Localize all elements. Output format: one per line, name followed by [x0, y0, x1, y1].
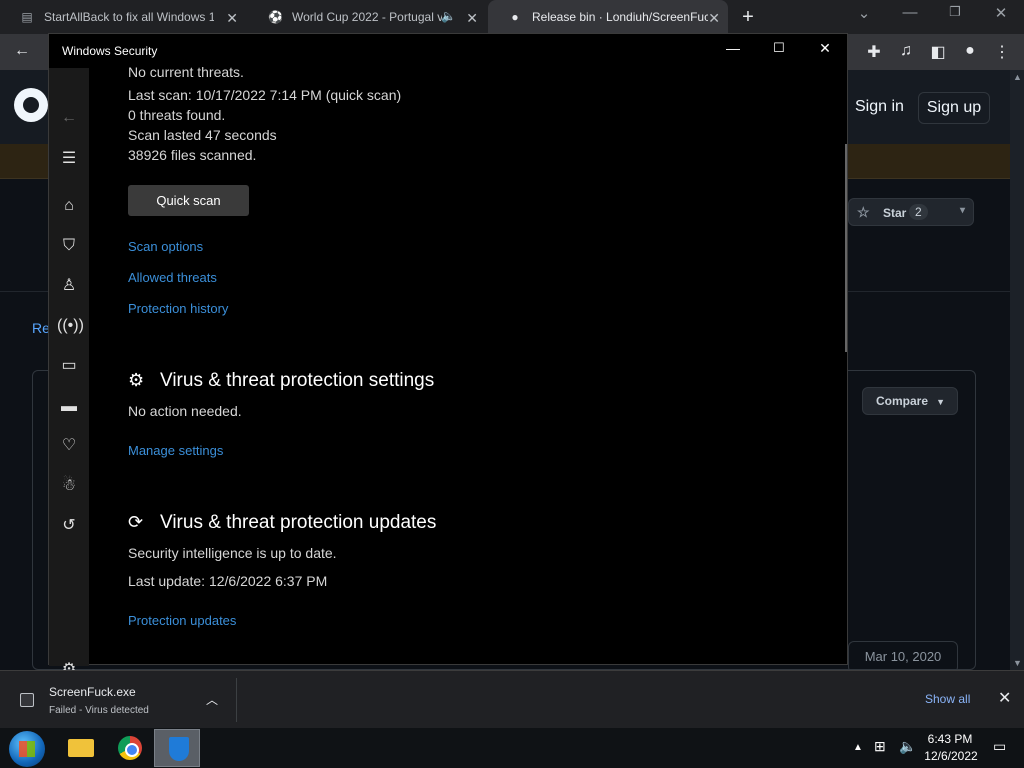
protection-updates-link[interactable]: Protection updates	[128, 613, 236, 628]
family-options-icon[interactable]: ☃	[57, 476, 81, 496]
compare-button[interactable]: Compare ▼	[862, 387, 958, 415]
clock-date[interactable]: 12/6/2022	[920, 749, 982, 763]
updates-status: Security intelligence is up to date.	[128, 545, 337, 561]
restore-icon[interactable]: ❐	[945, 4, 965, 20]
windows-security-window: Windows Security — ☐ ✕ ← ☰ ⌂ ⛉ ♙ ((•)) ▭…	[48, 33, 848, 678]
manage-settings-link[interactable]: Manage settings	[128, 443, 223, 458]
notifications-icon[interactable]: ▭	[993, 738, 1006, 755]
chrome-button[interactable]	[107, 729, 153, 767]
close-icon[interactable]: ✕	[466, 10, 478, 27]
profile-icon[interactable]: ●	[960, 42, 980, 60]
threats-found: 0 threats found.	[128, 107, 226, 123]
security-scrollbar[interactable]	[845, 144, 847, 352]
protection-history-icon[interactable]: ↺	[57, 516, 81, 536]
release-date: Mar 10, 2020	[848, 641, 958, 673]
back-arrow-icon[interactable]: ←	[57, 108, 81, 128]
clock-time[interactable]: 6:43 PM	[926, 732, 974, 746]
star-count: 2	[909, 204, 928, 220]
taskbar: ▲ ⊞ 🔈 6:43 PM 12/6/2022 ▭	[0, 728, 1024, 768]
chevron-up-icon[interactable]: ︿	[206, 691, 218, 708]
browser-tab-release-bin[interactable]: ● Release bin · Londiuh/ScreenFuck ✕	[488, 0, 728, 34]
close-icon[interactable]: ✕	[813, 40, 837, 57]
menu-icon[interactable]: ⋮	[992, 42, 1012, 62]
show-all-link[interactable]: Show all	[925, 692, 970, 706]
close-icon[interactable]: ✕	[991, 4, 1011, 22]
tray-expand-icon[interactable]: ▲	[853, 742, 863, 753]
minimize-icon[interactable]: —	[721, 40, 745, 56]
shield-icon[interactable]: ⛉	[57, 236, 81, 256]
star-button[interactable]: ☆ Star 2 ▾	[848, 198, 974, 226]
network-icon[interactable]: ⊞	[874, 738, 886, 755]
minimize-icon[interactable]: —	[900, 4, 920, 21]
settings-section-heading: Virus & threat protection settings	[160, 370, 435, 391]
scroll-up-icon[interactable]: ▲	[1013, 72, 1022, 82]
last-update-info: Last update: 12/6/2022 6:37 PM	[128, 573, 328, 589]
github-icon: ●	[511, 10, 519, 24]
files-scanned: 38926 files scanned.	[128, 147, 257, 163]
close-icon[interactable]: ✕	[998, 688, 1011, 708]
tab-title: Release bin · Londiuh/ScreenFuck	[532, 10, 708, 24]
sign-up-button[interactable]: Sign up	[918, 92, 990, 124]
scan-status: No current threats.	[128, 64, 244, 80]
close-icon[interactable]: ✕	[226, 10, 238, 27]
app-browser-control-icon[interactable]: ▭	[57, 356, 81, 376]
star-icon: ☆	[857, 204, 870, 220]
chevron-down-icon: ▼	[936, 397, 945, 407]
side-panel-icon[interactable]: ◧	[928, 42, 948, 62]
back-arrow-icon[interactable]: ←	[12, 42, 32, 60]
scroll-down-icon[interactable]: ▼	[1013, 658, 1022, 668]
file-explorer-button[interactable]	[58, 729, 104, 767]
tab-search-icon[interactable]: ⌄	[854, 4, 874, 22]
chevron-down-icon[interactable]: ▾	[960, 205, 965, 216]
download-file-name[interactable]: ScreenFuck.exe	[49, 685, 136, 699]
quick-scan-button[interactable]: Quick scan	[128, 185, 249, 216]
updates-section-heading: Virus & threat protection updates	[160, 512, 437, 533]
browser-tab-world-cup[interactable]: ⚽ World Cup 2022 - Portugal v 🔈 ✕	[248, 0, 486, 34]
speaker-icon[interactable]: 🔈	[441, 9, 456, 23]
tab-title: StartAllBack to fix all Windows 11	[44, 10, 214, 24]
new-tab-button[interactable]: +	[738, 6, 758, 29]
start-button[interactable]	[9, 731, 45, 767]
browser-tab-strip: ▤ StartAllBack to fix all Windows 11 ✕ ⚽…	[0, 0, 1024, 34]
home-icon[interactable]: ⌂	[57, 196, 81, 216]
last-scan-info: Last scan: 10/17/2022 7:14 PM (quick sca…	[128, 87, 402, 103]
soccer-icon: ⚽	[268, 10, 283, 24]
compare-label: Compare	[876, 394, 929, 408]
divider	[236, 678, 237, 722]
folder-icon	[68, 739, 94, 757]
scan-options-link[interactable]: Scan options	[128, 239, 203, 254]
volume-icon[interactable]: 🔈	[899, 738, 916, 755]
shield-icon	[169, 737, 189, 761]
page-scrollbar[interactable]: ▲ ▼	[1010, 70, 1024, 670]
allowed-threats-link[interactable]: Allowed threats	[128, 270, 217, 285]
windows-security-button[interactable]	[154, 729, 200, 767]
device-security-icon[interactable]: ▬	[57, 397, 81, 417]
media-control-icon[interactable]: ♫	[896, 42, 916, 60]
network-icon[interactable]: ((•))	[57, 316, 84, 336]
account-icon[interactable]: ♙	[57, 276, 81, 296]
document-icon: ▤	[21, 10, 33, 24]
security-nav-rail: ← ☰ ⌂ ⛉ ♙ ((•)) ▭ ▬ ♡ ☃ ↺ ⚙	[49, 68, 89, 678]
settings-gears-icon: ⚙	[128, 370, 145, 390]
refresh-icon: ⟳	[128, 512, 144, 532]
download-bar: ScreenFuck.exe Failed - Virus detected ︿…	[0, 670, 1024, 728]
sign-in-link[interactable]: Sign in	[855, 98, 904, 116]
tab-title: World Cup 2022 - Portugal v	[292, 10, 442, 24]
device-health-icon[interactable]: ♡	[57, 436, 81, 456]
browser-tab-startallback[interactable]: ▤ StartAllBack to fix all Windows 11 ✕	[0, 0, 246, 34]
github-logo-icon[interactable]	[14, 88, 48, 122]
protection-history-link[interactable]: Protection history	[128, 301, 228, 316]
window-title: Windows Security	[62, 44, 158, 58]
star-label: Star	[883, 206, 907, 220]
chrome-icon	[118, 736, 142, 760]
close-icon[interactable]: ✕	[708, 10, 720, 27]
hamburger-menu-icon[interactable]: ☰	[57, 149, 81, 169]
maximize-icon[interactable]: ☐	[767, 40, 791, 56]
extensions-icon[interactable]: ✚	[864, 42, 884, 62]
file-icon	[20, 693, 34, 707]
settings-status: No action needed.	[128, 403, 242, 419]
download-status: Failed - Virus detected	[49, 705, 149, 716]
scan-duration: Scan lasted 47 seconds	[128, 127, 277, 143]
